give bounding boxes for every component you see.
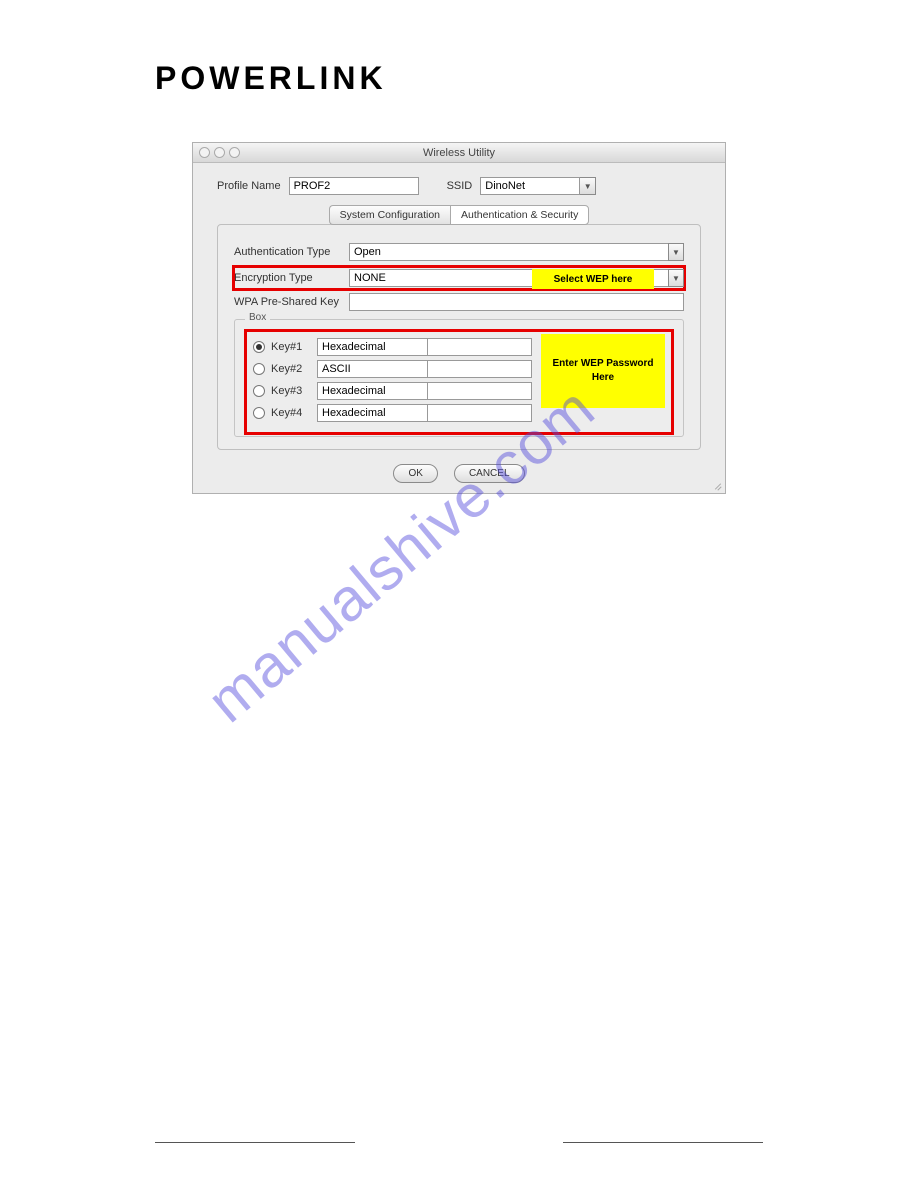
- brand-logo: POWERLINK: [155, 60, 763, 97]
- key3-format-select[interactable]: ▼: [317, 382, 421, 400]
- key4-format-select[interactable]: ▼: [317, 404, 421, 422]
- annotation-select-wep: Select WEP here: [532, 269, 654, 289]
- wpa-psk-input[interactable]: [349, 293, 684, 311]
- footer-rules: [155, 1142, 763, 1143]
- auth-type-label: Authentication Type: [234, 246, 349, 258]
- ok-button[interactable]: OK: [393, 464, 437, 483]
- app-window: Wireless Utility Profile Name SSID ▼ Sys…: [192, 142, 726, 494]
- profile-name-label: Profile Name: [217, 180, 281, 192]
- cancel-button[interactable]: CANCEL: [454, 464, 525, 483]
- window-titlebar: Wireless Utility: [193, 143, 725, 163]
- footer-rule-right: [563, 1142, 763, 1143]
- key2-format-select[interactable]: ▼: [317, 360, 421, 378]
- profile-name-input[interactable]: [289, 177, 419, 195]
- key2-label: Key#2: [271, 363, 311, 375]
- box-legend: Box: [245, 312, 270, 323]
- tab-system-configuration[interactable]: System Configuration: [329, 205, 450, 225]
- key4-radio[interactable]: [253, 407, 265, 419]
- encryption-type-label: Encryption Type: [234, 272, 349, 284]
- profile-row: Profile Name SSID ▼: [217, 177, 701, 195]
- ssid-input[interactable]: [480, 177, 580, 195]
- ssid-label: SSID: [447, 180, 473, 192]
- annotation-enter-wep: Enter WEP Password Here: [541, 334, 665, 408]
- key3-label: Key#3: [271, 385, 311, 397]
- key1-radio[interactable]: [253, 341, 265, 353]
- wpa-psk-label: WPA Pre-Shared Key: [234, 296, 349, 308]
- key1-label: Key#1: [271, 341, 311, 353]
- document-page: POWERLINK Wireless Utility Profile Name …: [0, 0, 918, 1188]
- chevron-down-icon[interactable]: ▼: [668, 243, 684, 261]
- auth-type-select[interactable]: ▼: [349, 243, 684, 261]
- tab-bar: System Configuration Authentication & Se…: [217, 205, 701, 225]
- keys-annotation-box: Enter WEP Password Here Key#1 ▼: [249, 334, 669, 430]
- window-body: Profile Name SSID ▼ System Configuration…: [193, 163, 725, 493]
- key-box-fieldset: Box Enter WEP Password Here Key#1 ▼: [234, 319, 684, 437]
- footer-rule-left: [155, 1142, 355, 1143]
- key1-format-select[interactable]: ▼: [317, 338, 421, 356]
- auth-type-row: Authentication Type ▼: [234, 243, 684, 261]
- resize-grip-icon[interactable]: [711, 479, 723, 491]
- key4-input[interactable]: [427, 404, 532, 422]
- key2-radio[interactable]: [253, 363, 265, 375]
- auth-panel: Authentication Type ▼ Encryption Type ▼ …: [217, 224, 701, 450]
- tab-authentication-security[interactable]: Authentication & Security: [450, 205, 589, 225]
- key4-label: Key#4: [271, 407, 311, 419]
- key1-input[interactable]: [427, 338, 532, 356]
- encryption-type-select[interactable]: ▼ Select WEP here: [349, 269, 684, 287]
- key3-input[interactable]: [427, 382, 532, 400]
- key3-radio[interactable]: [253, 385, 265, 397]
- encryption-row: Encryption Type ▼ Select WEP here: [234, 267, 684, 289]
- window-title: Wireless Utility: [193, 147, 725, 159]
- ssid-combo[interactable]: ▼: [480, 177, 596, 195]
- chevron-down-icon[interactable]: ▼: [580, 177, 596, 195]
- key2-input[interactable]: [427, 360, 532, 378]
- wpa-row: WPA Pre-Shared Key: [234, 293, 684, 311]
- dialog-buttons: OK CANCEL: [217, 464, 701, 483]
- chevron-down-icon[interactable]: ▼: [668, 269, 684, 287]
- auth-type-value[interactable]: [349, 243, 668, 261]
